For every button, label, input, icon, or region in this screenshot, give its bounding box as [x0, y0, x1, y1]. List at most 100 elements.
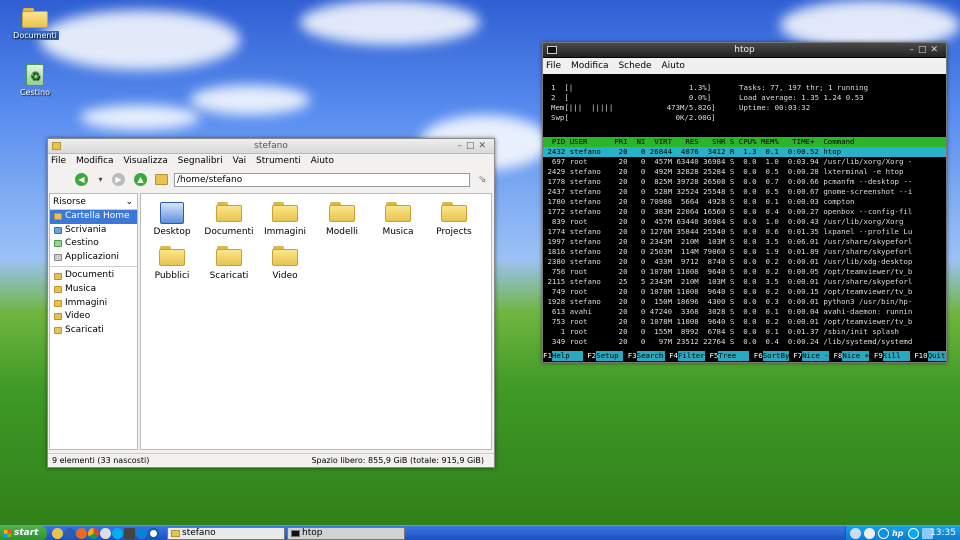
process-row[interactable]: 839 root 20 0 457M 63440 36984 S 0.0 1.0…: [543, 217, 904, 227]
file-item-immagini[interactable]: Immagini: [258, 202, 312, 237]
wallpaper-cloud: [190, 85, 310, 115]
menu-segnalibri[interactable]: Segnalibri: [178, 156, 223, 166]
close-icon[interactable]: ✕: [478, 141, 490, 151]
skype-tray-icon[interactable]: [908, 528, 919, 539]
menu-modifica[interactable]: Modifica: [571, 61, 609, 71]
process-row[interactable]: 697 root 20 0 457M 63440 36984 S 0.0 1.0…: [543, 157, 912, 167]
sidebar-item-scaricati[interactable]: Scaricati: [50, 324, 137, 338]
process-row[interactable]: 2429 stefano 20 0 492M 32828 25284 S 0.0…: [543, 167, 903, 177]
menu-aiuto[interactable]: Aiuto: [311, 156, 334, 166]
go-icon[interactable]: ⇘: [478, 174, 486, 185]
file-item-musica[interactable]: Musica: [371, 202, 425, 237]
process-row[interactable]: 1780 stefano 20 0 70988 5664 4928 S 0.0 …: [543, 197, 854, 207]
menu-file[interactable]: File: [51, 156, 66, 166]
sidebar-item-label: Immagini: [65, 297, 108, 308]
sidebar-item-applicazioni[interactable]: Applicazioni: [50, 251, 137, 265]
maximize-icon[interactable]: □: [466, 141, 479, 151]
folder-launcher-icon[interactable]: [52, 528, 63, 539]
process-row[interactable]: 1928 stefano 20 0 150M 18696 4300 S 0.0 …: [543, 297, 912, 307]
history-dropdown-icon[interactable]: ▾: [94, 173, 107, 186]
hp-icon[interactable]: hp: [892, 528, 903, 539]
chrome-launcher-icon[interactable]: [88, 528, 99, 539]
menu-file[interactable]: File: [546, 61, 561, 71]
skype-launcher-icon[interactable]: [112, 528, 123, 539]
process-row[interactable]: 2380 stefano 20 0 433M 9712 8740 S 0.0 0…: [543, 257, 912, 267]
process-row[interactable]: 1816 stefano 20 0 2503M 114M 79060 S 0.0…: [543, 247, 912, 257]
process-row[interactable]: 1997 stefano 20 0 2343M 210M 103M S 0.0 …: [543, 237, 912, 247]
process-table-header[interactable]: PID USER PRI NI VIRT RES SHR S CPU% MEM%…: [543, 137, 946, 147]
terminal-launcher-icon[interactable]: [64, 528, 75, 539]
maximize-icon[interactable]: □: [918, 45, 931, 55]
home-folder-icon[interactable]: [155, 174, 168, 185]
menu-modifica[interactable]: Modifica: [76, 156, 114, 166]
sidebar-header[interactable]: Risorse ⌄: [50, 194, 137, 210]
process-row[interactable]: 349 root 20 0 97M 23512 22764 S 0.0 0.4 …: [543, 337, 912, 347]
menu-vai[interactable]: Vai: [233, 156, 246, 166]
fkey-filter[interactable]: F4Filter: [669, 351, 705, 361]
process-row[interactable]: 1774 stefano 20 0 1276M 35844 25540 S 0.…: [543, 227, 912, 237]
path-input[interactable]: /home/stefano: [174, 173, 470, 187]
menu-visualizza[interactable]: Visualizza: [123, 156, 167, 166]
process-row[interactable]: 2437 stefano 20 0 528M 32524 25548 S 0.0…: [543, 187, 912, 197]
fkey-quit[interactable]: F10Quit: [914, 351, 946, 361]
network-launcher-icon[interactable]: [136, 528, 147, 539]
menu-schede[interactable]: Schede: [618, 61, 651, 71]
monitor-launcher-icon[interactable]: [124, 528, 135, 539]
up-button[interactable]: ▲: [134, 173, 147, 186]
firefox-launcher-icon[interactable]: [76, 528, 87, 539]
forward-button[interactable]: ▶: [112, 173, 125, 186]
close-icon[interactable]: ✕: [930, 45, 942, 55]
process-row[interactable]: 613 avahi 20 0 47240 3368 3028 S 0.0 0.1…: [543, 307, 912, 317]
volume-icon[interactable]: [850, 528, 861, 539]
file-item-scaricati[interactable]: Scaricati: [202, 246, 256, 281]
process-row[interactable]: 753 root 20 0 1078M 11008 9640 S 0.0 0.2…: [543, 317, 912, 327]
htop-window: htop –□✕ File Modifica Schede Aiuto 1 [|…: [542, 42, 947, 363]
fkey-nice-minus[interactable]: F7Nice -: [793, 351, 830, 361]
process-row[interactable]: 2115 stefano 25 5 2343M 210M 103M S 0.0 …: [543, 277, 912, 287]
process-row[interactable]: 2432 stefano 20 0 26844 4076 3412 R 1.3 …: [543, 147, 946, 157]
fkey-sortby[interactable]: F6SortBy: [754, 351, 789, 361]
window-titlebar[interactable]: stefano –□✕: [48, 139, 494, 154]
desktop-icon-documenti[interactable]: Documenti: [10, 8, 60, 40]
process-row[interactable]: 1 root 20 0 155M 8992 6784 S 0.0 0.1 0:0…: [543, 327, 899, 337]
sidebar-item-documenti[interactable]: Documenti: [50, 269, 137, 283]
fkey-tree[interactable]: F5Tree: [709, 351, 750, 361]
back-button[interactable]: ◀: [75, 173, 88, 186]
chat-launcher-icon[interactable]: [100, 528, 111, 539]
fkey-help[interactable]: F1Help: [543, 351, 583, 361]
sidebar-item-immagini[interactable]: Immagini: [50, 297, 137, 311]
sidebar-item-cestino[interactable]: Cestino: [50, 237, 137, 251]
process-row[interactable]: 756 root 20 0 1078M 11008 9640 S 0.0 0.2…: [543, 267, 912, 277]
fkey-nice-plus[interactable]: F8Nice +: [834, 351, 870, 361]
process-row[interactable]: 1778 stefano 20 0 825M 39728 26508 S 0.0…: [543, 177, 912, 187]
clock[interactable]: 13:35: [930, 526, 956, 540]
file-item-modelli[interactable]: Modelli: [315, 202, 369, 237]
file-item-desktop[interactable]: Desktop: [145, 202, 199, 237]
teamviewer-icon[interactable]: [878, 528, 889, 539]
fkey-kill[interactable]: F9Kill: [874, 351, 910, 361]
minimize-icon[interactable]: –: [457, 141, 466, 151]
window-titlebar[interactable]: htop –□✕: [543, 43, 946, 58]
menu-aiuto[interactable]: Aiuto: [661, 61, 684, 71]
process-row[interactable]: 1772 stefano 20 0 383M 22064 16560 S 0.0…: [543, 207, 912, 217]
sidebar-item-home[interactable]: Cartella Home: [50, 210, 137, 224]
sidebar-item-video[interactable]: Video: [50, 310, 137, 324]
start-button[interactable]: start: [0, 526, 47, 540]
taskbar-task-htop[interactable]: htop: [287, 527, 405, 540]
file-item-pubblici[interactable]: Pubblici: [145, 246, 199, 281]
desktop-icon-cestino[interactable]: ♻ Cestino: [10, 64, 60, 97]
sidebar-item-musica[interactable]: Musica: [50, 283, 137, 297]
file-item-video[interactable]: Video: [258, 246, 312, 281]
minimize-icon[interactable]: –: [909, 45, 918, 55]
menu-strumenti[interactable]: Strumenti: [256, 156, 301, 166]
fkey-setup[interactable]: F2Setup: [587, 351, 624, 361]
file-item-documenti[interactable]: Documenti: [202, 202, 256, 237]
media-launcher-icon[interactable]: [148, 528, 159, 539]
sidebar-item-scrivania[interactable]: Scrivania: [50, 224, 137, 238]
process-row[interactable]: 749 root 20 0 1078M 11008 9640 S 0.0 0.2…: [543, 287, 912, 297]
file-item-projects[interactable]: Projects: [427, 202, 481, 237]
taskbar-task-stefano[interactable]: stefano: [167, 527, 285, 540]
update-icon[interactable]: [864, 528, 875, 539]
fkey-search[interactable]: F3Search: [628, 351, 665, 361]
file-item-label: Documenti: [204, 227, 254, 237]
